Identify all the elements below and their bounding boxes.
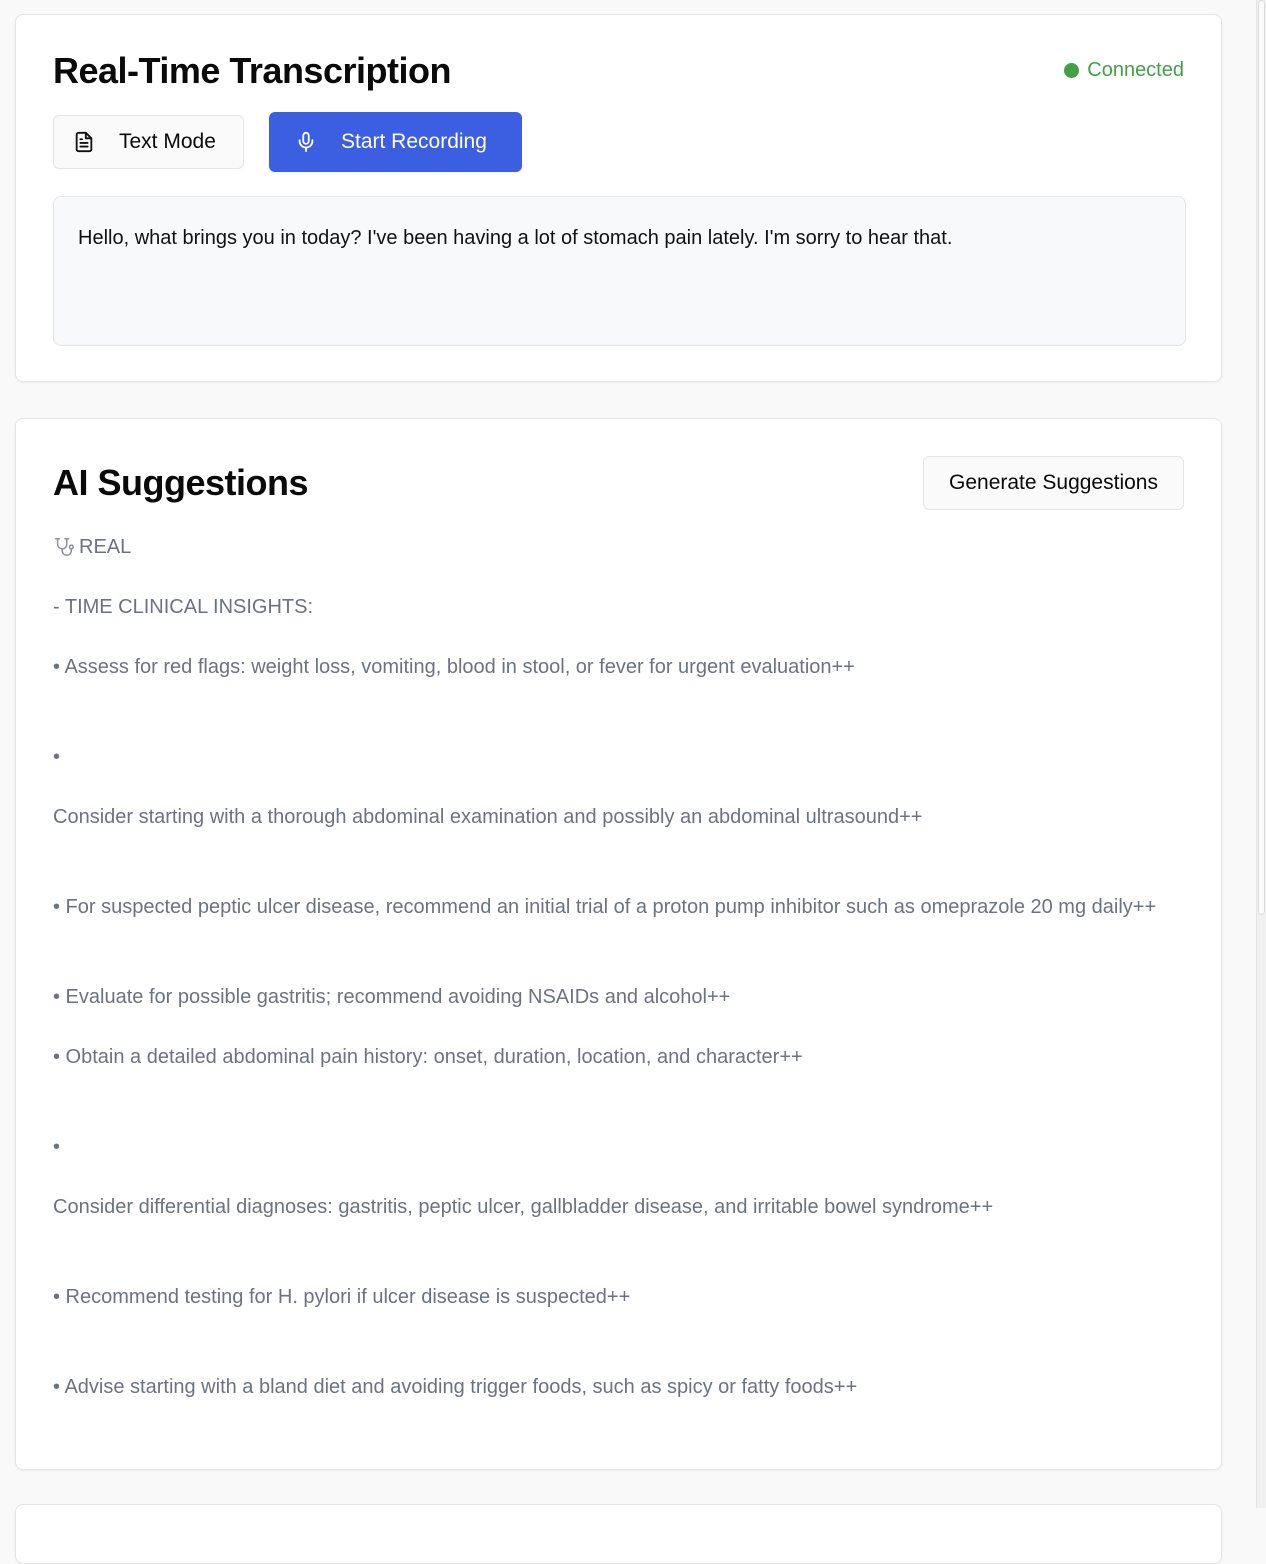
- start-recording-button[interactable]: Start Recording: [269, 112, 522, 172]
- suggestion-line: •: [53, 746, 61, 768]
- suggestion-line: REAL: [53, 532, 1193, 562]
- status-text: Connected: [1087, 59, 1184, 81]
- microphone-icon: [295, 130, 317, 154]
- document-icon: [73, 130, 95, 154]
- generate-suggestions-label: Generate Suggestions: [949, 471, 1158, 494]
- suggestion-line: •: [53, 1136, 61, 1158]
- transcript-box[interactable]: Hello, what brings you in today? I've be…: [53, 196, 1186, 346]
- transcript-text: Hello, what brings you in today? I've be…: [78, 227, 953, 249]
- suggestion-line: • Obtain a detailed abdominal pain histo…: [53, 1046, 803, 1068]
- next-card: [15, 1504, 1222, 1564]
- suggestions-body: REAL - TIME CLINICAL INSIGHTS: • Assess …: [53, 532, 1193, 1402]
- suggestion-line: - TIME CLINICAL INSIGHTS:: [53, 596, 314, 618]
- suggestion-line: Consider starting with a thorough abdomi…: [53, 806, 923, 828]
- suggestion-line: • Evaluate for possible gastritis; recom…: [53, 986, 731, 1008]
- suggestions-card: AI Suggestions Generate Suggestions REAL…: [15, 418, 1222, 1470]
- text-mode-label: Text Mode: [119, 130, 216, 153]
- text-mode-button[interactable]: Text Mode: [53, 115, 244, 169]
- generate-suggestions-button[interactable]: Generate Suggestions: [923, 456, 1184, 510]
- connection-status: Connected: [1064, 59, 1184, 82]
- suggestion-line: • Assess for red flags: weight loss, vom…: [53, 656, 855, 678]
- start-recording-label: Start Recording: [341, 130, 487, 153]
- status-dot-icon: [1064, 63, 1080, 78]
- stethoscope-icon: [53, 535, 75, 559]
- suggestion-line: • Recommend testing for H. pylori if ulc…: [53, 1286, 631, 1308]
- suggestions-title: AI Suggestions: [53, 462, 309, 503]
- suggestion-line: Consider differential diagnoses: gastrit…: [53, 1196, 994, 1218]
- suggestion-line: • For suspected peptic ulcer disease, re…: [53, 896, 1157, 918]
- scrollbar-thumb[interactable]: [1258, 0, 1265, 915]
- transcription-card: Real-Time Transcription Connected Text M…: [15, 14, 1222, 382]
- suggestion-line: • Advise starting with a bland diet and …: [53, 1376, 858, 1398]
- suggestion-text: REAL: [79, 536, 132, 558]
- transcription-title: Real-Time Transcription: [53, 50, 451, 91]
